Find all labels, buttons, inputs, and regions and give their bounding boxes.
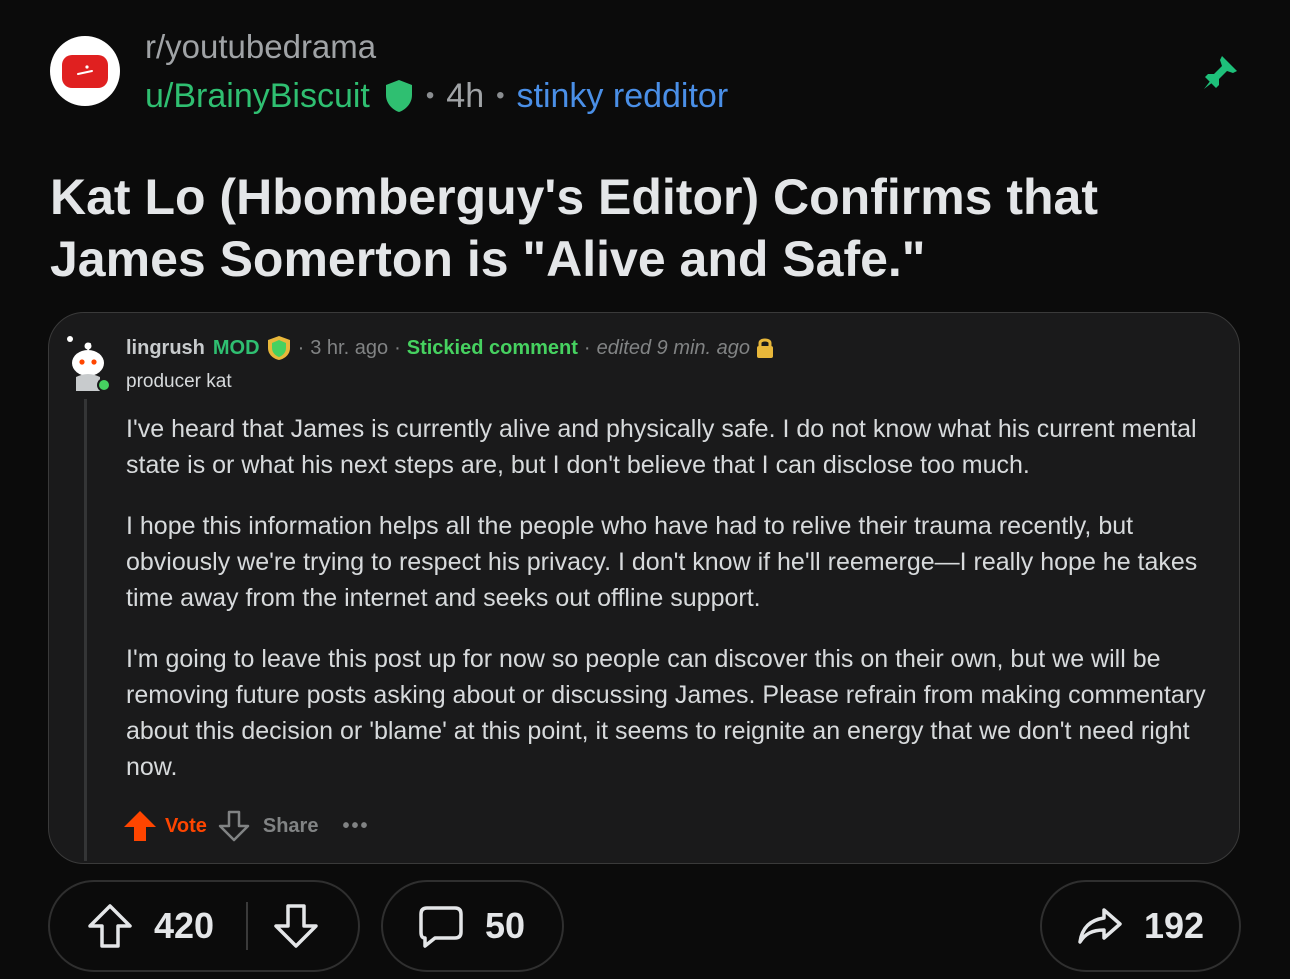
separator-dot: • [496, 82, 505, 109]
separator-dot: • [425, 82, 435, 109]
vote-bar: 420 [48, 880, 360, 972]
comment-bubble-icon [419, 906, 463, 948]
thread-line[interactable] [84, 399, 87, 861]
subreddit-avatar[interactable] [50, 36, 120, 106]
upvote-arrow-icon[interactable] [123, 809, 157, 843]
comment-paragraph: I hope this information helps all the pe… [126, 512, 1198, 612]
downvote-arrow-icon[interactable] [272, 902, 320, 950]
post-title[interactable]: Kat Lo (Hbomberguy's Editor) Confirms th… [50, 166, 1250, 290]
pin-icon[interactable] [1200, 53, 1240, 93]
comment-paragraph: I'm going to leave this post up for now … [126, 645, 1206, 781]
verified-shield-icon [385, 80, 412, 112]
comment-count: 50 [485, 905, 526, 946]
snoo-avatar-icon [67, 336, 111, 392]
comment-time: 3 hr. ago [310, 336, 389, 359]
stickied-label: Stickied comment [406, 336, 578, 359]
author-username[interactable]: u/BrainyBiscuit [145, 76, 370, 116]
post-header: r/youtubedrama u/BrainyBiscuit • 4h • st… [50, 28, 1240, 128]
separator-dot: · [394, 336, 401, 359]
comment-meta: lingrush MOD · 3 hr. ago · Stickied comm… [126, 335, 774, 361]
mod-badge: MOD [212, 336, 260, 359]
separator-dot: · [583, 336, 591, 359]
comment-user-flair: producer kat [126, 371, 232, 392]
comment-body: I've heard that James is currently alive… [126, 411, 1231, 810]
embedded-comment-screenshot[interactable]: lingrush MOD · 3 hr. ago · Stickied comm… [48, 312, 1240, 864]
share-post-button[interactable]: 192 [1040, 880, 1241, 972]
mod-shield-icon [267, 336, 290, 360]
divider [246, 902, 249, 950]
author-line: u/BrainyBiscuit • 4h • stinky redditor [145, 76, 728, 116]
more-options-button[interactable]: ••• [342, 815, 369, 838]
share-count: 192 [1144, 905, 1205, 946]
upvote-arrow-icon[interactable] [86, 902, 134, 950]
user-flair: stinky redditor [516, 77, 729, 115]
subreddit-name[interactable]: r/youtubedrama [145, 28, 728, 66]
share-button[interactable]: Share [263, 815, 319, 838]
vote-label: Vote [165, 814, 207, 837]
youtube-logo-icon [62, 54, 108, 88]
separator-dot: · [297, 336, 305, 359]
post-age: 4h [446, 77, 485, 115]
comment-paragraph: I've heard that James is currently alive… [126, 415, 1197, 479]
lock-icon [757, 338, 774, 358]
edited-label: edited 9 min. ago [596, 336, 751, 359]
comment-actions: Vote Share ••• [123, 809, 369, 843]
comments-button[interactable]: 50 [381, 880, 564, 972]
share-arrow-icon [1078, 908, 1122, 944]
downvote-arrow-icon[interactable] [217, 809, 251, 843]
post-meta: r/youtubedrama u/BrainyBiscuit • 4h • st… [145, 28, 728, 116]
comment-username[interactable]: lingrush [126, 337, 205, 360]
upvote-count: 420 [154, 905, 215, 946]
